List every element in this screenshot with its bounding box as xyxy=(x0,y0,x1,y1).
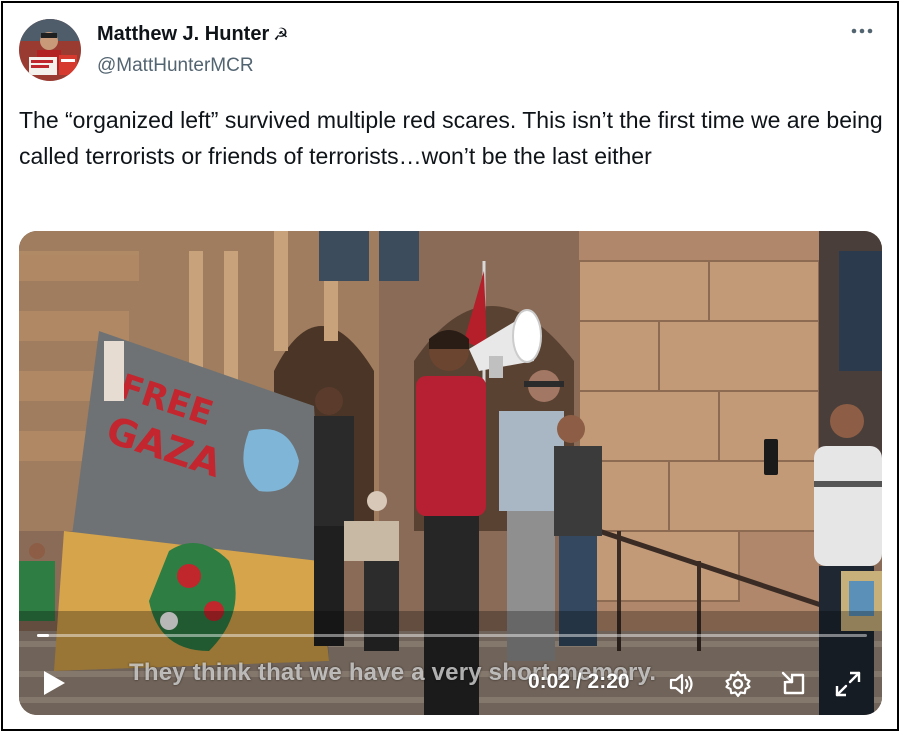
picture-in-picture-button[interactable] xyxy=(779,669,809,699)
volume-icon xyxy=(669,673,693,695)
play-icon xyxy=(44,671,65,695)
volume-button[interactable] xyxy=(667,669,697,699)
author-name-text: Matthew J. Hunter xyxy=(97,23,270,45)
author-handle[interactable]: @MattHunterMCR xyxy=(97,54,254,78)
video-player[interactable]: FREE GAZA They think that we have a very… xyxy=(19,231,882,715)
fullscreen-button[interactable] xyxy=(833,669,863,699)
hammer-sickle-emoji: ☭ xyxy=(273,25,289,44)
tweet-card: Matthew J. Hunter ☭ @MattHunterMCR The “o… xyxy=(1,1,899,731)
video-progress-fill xyxy=(37,634,49,637)
tweet-text: The “organized left” survived multiple r… xyxy=(19,107,883,169)
play-button[interactable] xyxy=(41,669,67,697)
picture-in-picture-icon xyxy=(781,671,805,695)
video-frame: FREE GAZA xyxy=(19,231,882,715)
more-horizontal-icon xyxy=(851,28,873,34)
more-options-button[interactable] xyxy=(847,19,877,43)
video-progress-bar[interactable] xyxy=(37,634,867,637)
settings-button[interactable] xyxy=(723,669,753,699)
gear-icon xyxy=(725,670,751,698)
author-name[interactable]: Matthew J. Hunter ☭ xyxy=(97,22,289,47)
avatar[interactable] xyxy=(19,19,81,81)
video-time-display: 0:02 / 2:20 xyxy=(528,670,630,693)
fullscreen-icon xyxy=(835,671,861,697)
avatar-image xyxy=(19,19,81,81)
